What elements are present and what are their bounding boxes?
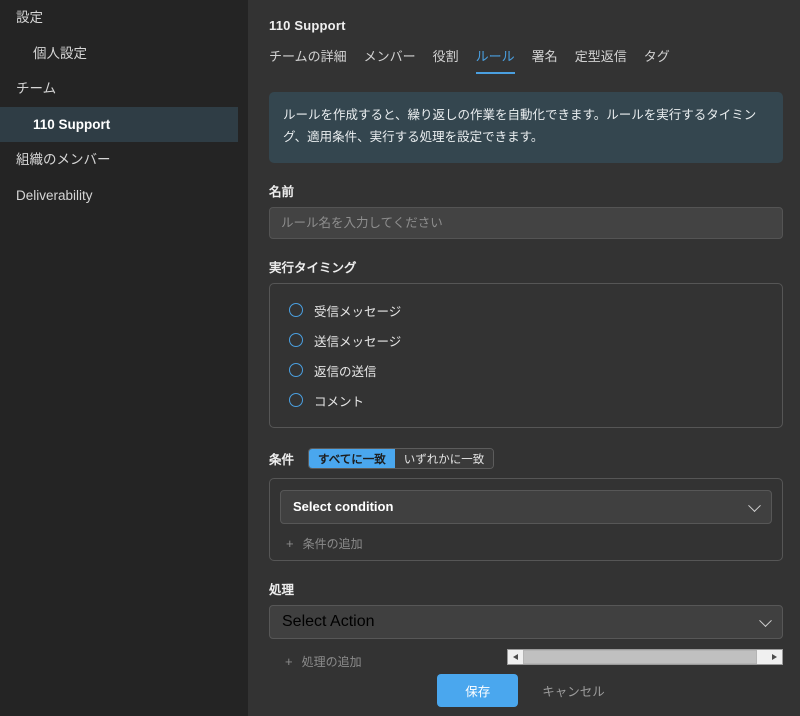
sidebar-main-divider: [238, 0, 248, 716]
match-all-button[interactable]: すべてに一致: [309, 449, 395, 469]
name-field-label: 名前: [269, 184, 295, 199]
select-condition-label: Select condition: [293, 499, 394, 515]
scrollbar-thumb[interactable]: [523, 650, 758, 664]
rule-name-input[interactable]: [269, 206, 783, 239]
actions-label: 処理: [269, 582, 295, 597]
main-content: 110 Support チームの詳細 メンバー 役割 ルール 署名 定型返信 タ…: [248, 0, 800, 716]
radio-option-send-reply[interactable]: 返信の送信: [270, 358, 782, 383]
tab-tags[interactable]: タグ: [644, 46, 670, 74]
radio-circle-icon: [289, 393, 303, 408]
timing-radio-group: 受信メッセージ 送信メッセージ 返信の送信 コメント: [269, 282, 783, 428]
horizontal-scrollbar[interactable]: [507, 649, 783, 665]
chevron-down-icon: [759, 614, 772, 627]
add-condition-button[interactable]: + 条件の追加: [280, 535, 772, 552]
radio-option-incoming-message[interactable]: 受信メッセージ: [270, 298, 782, 323]
radio-option-outgoing-message[interactable]: 送信メッセージ: [270, 328, 782, 353]
save-button[interactable]: 保存: [437, 674, 519, 707]
radio-label: 返信の送信: [314, 364, 377, 379]
match-any-button[interactable]: いずれかに一致: [394, 449, 494, 469]
tab-canned-responses[interactable]: 定型返信: [575, 46, 627, 74]
sidebar-item-organization-members[interactable]: 組織のメンバー: [0, 142, 238, 178]
radio-circle-icon: [289, 333, 303, 348]
settings-page: 設定 個人設定 チーム 110 Support 組織のメンバー Delivera…: [0, 0, 800, 716]
tab-signature[interactable]: 署名: [532, 46, 558, 74]
select-condition-dropdown[interactable]: Select condition: [280, 489, 772, 524]
tab-rules[interactable]: ルール: [475, 46, 515, 74]
add-condition-label: 条件の追加: [302, 536, 363, 551]
form-footer: 保存 キャンセル: [248, 665, 800, 716]
sidebar-nav-list: 設定 個人設定 チーム 110 Support 組織のメンバー Delivera…: [0, 0, 238, 213]
conditions-label: 条件: [269, 453, 295, 468]
chevron-down-icon: [748, 499, 761, 512]
sidebar-item-team[interactable]: チーム: [0, 71, 238, 107]
sidebar-item-110-support[interactable]: 110 Support: [0, 106, 238, 142]
scrollbar-track[interactable]: [523, 650, 767, 664]
radio-circle-icon: [289, 363, 303, 378]
tab-bar: チームの詳細 メンバー 役割 ルール 署名 定型返信 タグ: [269, 46, 783, 74]
sidebar-item-deliverability[interactable]: Deliverability: [0, 178, 238, 214]
timing-label: 実行タイミング: [269, 260, 357, 275]
conditions-header: 条件 すべてに一致 いずれかに一致: [269, 448, 783, 470]
sidebar-item-personal-settings[interactable]: 個人設定: [0, 36, 238, 72]
sidebar-item-settings[interactable]: 設定: [0, 0, 238, 36]
tab-roles[interactable]: 役割: [433, 46, 459, 74]
radio-option-comment[interactable]: コメント: [270, 388, 782, 413]
cancel-button[interactable]: キャンセル: [536, 680, 611, 701]
select-action-label: Select Action: [282, 612, 375, 630]
radio-label: 送信メッセージ: [314, 334, 402, 349]
tab-team-details[interactable]: チームの詳細: [269, 46, 347, 74]
main-inner: 110 Support チームの詳細 メンバー 役割 ルール 署名 定型返信 タ…: [248, 0, 800, 670]
conditions-panel: Select condition + 条件の追加: [269, 477, 783, 561]
radio-circle-icon: [289, 303, 303, 318]
radio-label: 受信メッセージ: [314, 304, 402, 319]
sidebar: 設定 個人設定 チーム 110 Support 組織のメンバー Delivera…: [0, 0, 238, 716]
page-title: 110 Support: [269, 18, 346, 33]
info-banner: ルールを作成すると、繰り返しの作業を自動化できます。ルールを実行するタイミング、…: [269, 92, 783, 163]
scroll-right-arrow-icon[interactable]: [767, 650, 782, 664]
tab-members[interactable]: メンバー: [364, 46, 416, 74]
scroll-left-arrow-icon[interactable]: [508, 650, 523, 664]
match-mode-toggle: すべてに一致 いずれかに一致: [308, 448, 495, 470]
radio-label: コメント: [314, 394, 365, 409]
plus-icon: +: [286, 535, 294, 551]
select-action-dropdown[interactable]: Select Action: [269, 604, 783, 639]
